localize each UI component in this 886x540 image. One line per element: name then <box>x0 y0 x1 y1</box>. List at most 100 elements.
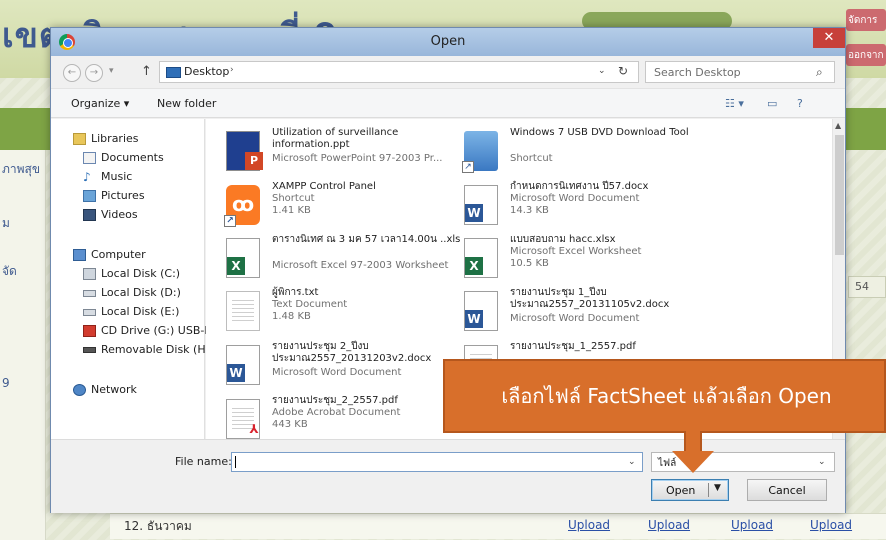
background-side-label: ภาพสุข <box>2 162 41 176</box>
file-type: Microsoft Word Document <box>510 313 640 324</box>
file-name: ตารางนิเทศ ณ 3 มค 57 เวลา14.00น ..xls <box>272 234 461 245</box>
file-item[interactable]: W รายงานประชุม 2_ปีงบ ประมาณ2557_2013120… <box>220 341 470 393</box>
xampp-icon: ꝏ ↗ <box>224 185 260 227</box>
file-type: Adobe Acrobat Document <box>272 407 401 418</box>
videos-icon <box>83 209 96 221</box>
address-bar[interactable]: Desktop › ⌄ ↻ <box>159 61 639 83</box>
forward-button[interactable]: → <box>85 64 103 82</box>
text-file-icon <box>226 291 260 331</box>
background-upload-link[interactable]: Upload <box>810 518 852 532</box>
preview-pane-icon[interactable]: ▭ <box>767 97 777 110</box>
file-size: 443 KB <box>272 419 308 430</box>
nav-item-label: Local Disk (C:) <box>101 267 181 280</box>
file-name: รายงานประชุม_1_2557.pdf <box>510 341 636 352</box>
nav-item-label: Libraries <box>91 132 139 145</box>
background-upload-link[interactable]: Upload <box>731 518 773 532</box>
address-location: Desktop <box>184 65 230 78</box>
background-logout-button[interactable]: ออกจาก <box>846 44 886 66</box>
cancel-button[interactable]: Cancel <box>747 479 827 501</box>
file-type: Text Document <box>272 299 348 310</box>
file-item[interactable]: ⅄ รายงานประชุม_2_2557.pdf Adobe Acrobat … <box>220 395 470 439</box>
music-icon: ♪ <box>83 170 91 184</box>
nav-item-label: Documents <box>101 151 164 164</box>
background-upload-link[interactable]: Upload <box>648 518 690 532</box>
excel-icon: X <box>226 238 260 278</box>
file-name: XAMPP Control Panel <box>272 181 376 192</box>
file-type: Microsoft Excel 97-2003 Worksheet <box>272 260 449 271</box>
word-icon: W <box>464 291 498 331</box>
file-item[interactable]: W กำหนดการนิเทศงาน ปี57.docx Microsoft W… <box>458 181 708 233</box>
search-icon[interactable]: ⌕ <box>816 65 823 80</box>
file-type: Microsoft Excel Worksheet <box>510 246 642 257</box>
word-icon: W <box>226 345 260 385</box>
file-name: Utilization of surveillance information.… <box>272 127 399 150</box>
dialog-titlebar[interactable]: Open ✕ <box>51 28 845 56</box>
address-dropdown-icon[interactable]: ⌄ <box>598 66 606 76</box>
open-button[interactable]: Open ▼ <box>651 479 729 501</box>
help-icon[interactable]: ? <box>797 97 803 110</box>
view-options-icon[interactable]: ☷ ▾ <box>725 97 744 110</box>
network-icon <box>73 384 86 396</box>
file-name: ผู้พิการ.txt <box>272 287 319 298</box>
background-upload-link[interactable]: Upload <box>568 518 610 532</box>
desktop-icon <box>166 67 181 78</box>
nav-item-label: Local Disk (E:) <box>101 305 180 318</box>
callout-arrow-shaft <box>684 431 702 453</box>
callout-arrow-down-icon <box>672 451 714 473</box>
file-item[interactable]: ꝏ ↗ XAMPP Control Panel Shortcut 1.41 KB <box>220 181 470 233</box>
filename-input[interactable]: ⌄ <box>231 452 643 472</box>
excel-icon: X <box>464 238 498 278</box>
background-manage-button[interactable]: จัดการ <box>846 9 886 31</box>
refresh-icon[interactable]: ↻ <box>618 64 628 78</box>
powerpoint-icon: P <box>226 131 263 171</box>
file-item[interactable]: W รายงานประชุม 1_ปีงบ ประมาณ2557_2013110… <box>458 287 708 339</box>
background-side-label: ม <box>2 216 10 230</box>
organize-menu[interactable]: Organize ▾ <box>71 97 129 110</box>
file-type: Shortcut <box>510 153 553 164</box>
filename-dropdown-icon[interactable]: ⌄ <box>628 457 636 467</box>
cd-drive-icon <box>83 325 96 337</box>
file-name: แบบสอบถาม hacc.xlsx <box>510 234 616 245</box>
background-month-cell: 12. ธันวาคม <box>124 519 192 533</box>
scroll-up-icon[interactable]: ▲ <box>835 121 841 130</box>
background-side-label: จัด <box>2 264 17 278</box>
recent-locations-chevron-icon[interactable]: ▾ <box>109 66 114 76</box>
file-item[interactable]: P Utilization of surveillance informatio… <box>220 127 470 179</box>
dialog-toolbar: Organize ▾ New folder ☷ ▾ ▭ ? <box>51 88 845 118</box>
background-left-column <box>0 150 46 540</box>
computer-icon <box>73 249 86 261</box>
file-type: Microsoft PowerPoint 97-2003 Pr... <box>272 153 443 164</box>
file-type: Microsoft Word Document <box>510 193 640 204</box>
instruction-callout: เลือกไฟล์ FactSheet แล้วเลือก Open <box>443 359 886 433</box>
file-item[interactable]: X แบบสอบถาม hacc.xlsx Microsoft Excel Wo… <box>458 234 708 286</box>
drive-icon <box>83 268 96 280</box>
file-item[interactable]: ผู้พิการ.txt Text Document 1.48 KB <box>220 287 470 339</box>
file-item[interactable]: X ตารางนิเทศ ณ 3 มค 57 เวลา14.00น ..xls … <box>220 234 470 286</box>
open-options-chevron-icon[interactable]: ▼ <box>714 483 721 493</box>
new-folder-button[interactable]: New folder <box>157 97 216 110</box>
dialog-title: Open <box>430 34 466 49</box>
navigation-pane: Libraries Documents ♪ Music Pictures Vid… <box>51 119 214 439</box>
open-button-divider <box>708 483 709 497</box>
drive-icon <box>83 290 96 297</box>
address-row: ← → ▾ ↑ Desktop › ⌄ ↻ Search Desktop ⌕ <box>51 56 845 88</box>
file-type: Shortcut <box>272 193 315 204</box>
back-button[interactable]: ← <box>63 64 81 82</box>
file-name: รายงานประชุม 2_ปีงบ ประมาณ2557_20131203v… <box>272 341 432 364</box>
search-input[interactable]: Search Desktop ⌕ <box>645 61 835 83</box>
file-item[interactable]: ↗ Windows 7 USB DVD Download Tool Shortc… <box>458 127 708 179</box>
libraries-icon <box>73 133 86 145</box>
file-name: Windows 7 USB DVD Download Tool <box>510 127 689 138</box>
scroll-thumb[interactable] <box>835 135 844 255</box>
nav-item-label: Removable Disk (H:) <box>101 343 214 356</box>
address-separator[interactable]: › <box>230 65 234 75</box>
filetype-dropdown-icon[interactable]: ⌄ <box>818 457 826 467</box>
filename-label: File name: <box>175 455 232 468</box>
search-placeholder: Search Desktop <box>654 66 741 79</box>
drive-icon <box>83 309 96 316</box>
file-size: 1.48 KB <box>272 311 311 322</box>
up-folder-button[interactable]: ↑ <box>141 64 152 79</box>
close-button[interactable]: ✕ <box>813 28 845 48</box>
nav-item-label: Computer <box>91 248 146 261</box>
open-button-label: Open <box>666 484 696 497</box>
